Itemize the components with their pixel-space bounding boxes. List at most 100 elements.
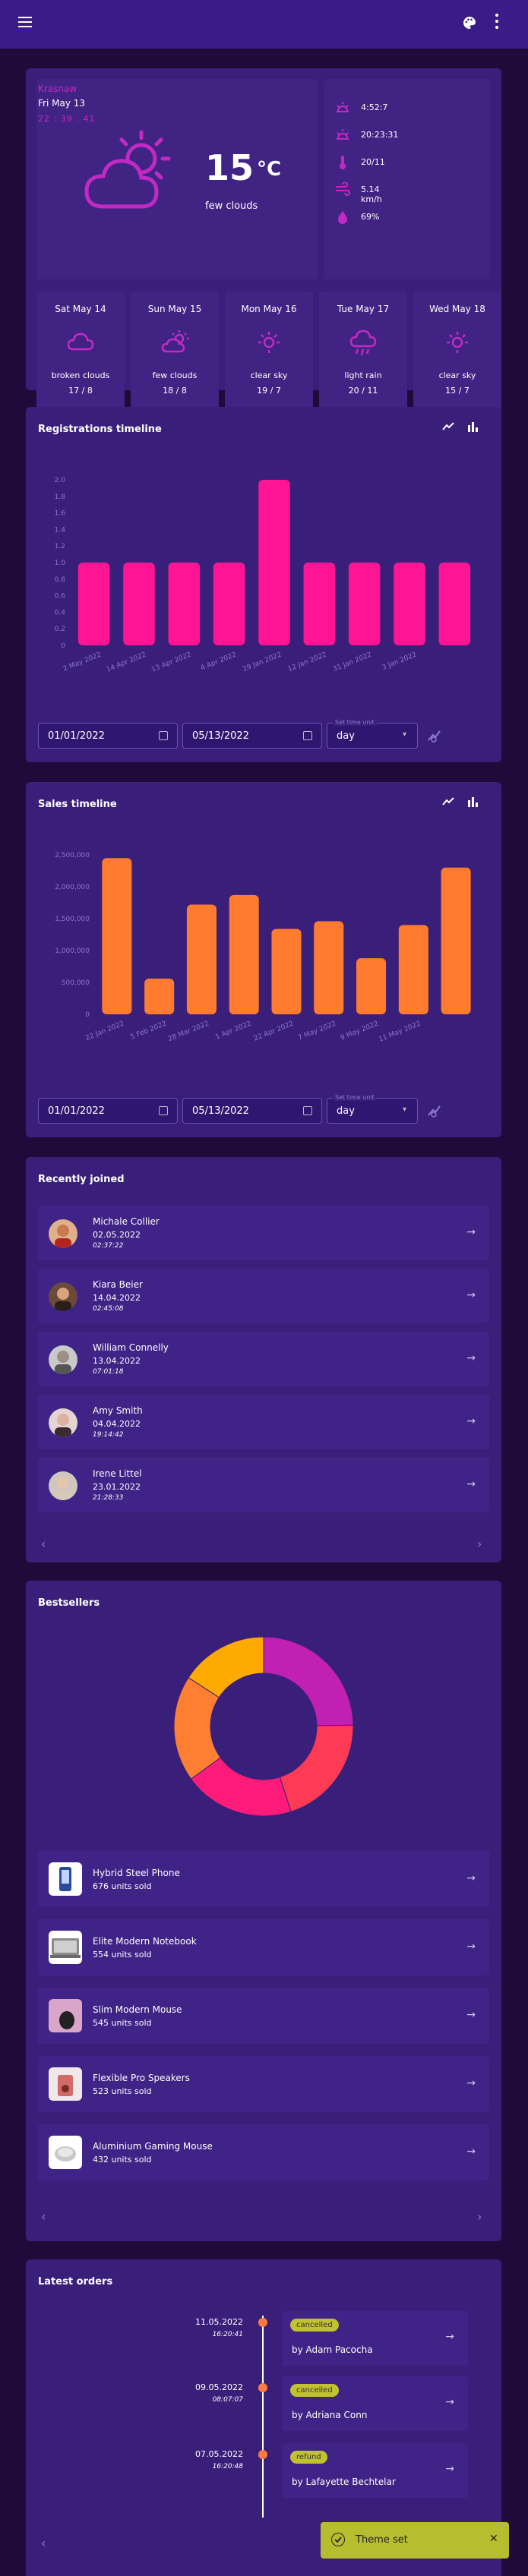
product-list-item[interactable]: Elite Modern Notebook 554 units sold → — [38, 1919, 489, 1975]
chart-bar — [77, 563, 110, 645]
product-thumbnail — [49, 1931, 82, 1964]
chart-bar — [213, 563, 245, 645]
arrow-right-icon[interactable]: → — [466, 1226, 476, 1238]
x-tick-label: 11 May 2022 — [378, 1020, 422, 1044]
recently-joined-card: Recently joined Michale Collier 02.05.20… — [26, 1157, 501, 1562]
date-from-input[interactable]: 01/01/2022 — [38, 723, 178, 749]
arrow-right-icon[interactable]: → — [466, 1478, 476, 1490]
order-date: 09.05.2022 — [195, 2382, 243, 2392]
calendar-icon[interactable] — [159, 1106, 168, 1115]
order-time: 16:20:48 — [212, 2463, 243, 2470]
avatar — [49, 1408, 77, 1437]
next-page-icon[interactable]: › — [477, 2209, 482, 2224]
pie-slice — [279, 1724, 354, 1812]
calendar-icon[interactable] — [159, 731, 168, 740]
timespan-label: Set time unit — [333, 1094, 377, 1101]
product-list-item[interactable]: Slim Modern Mouse 545 units sold → — [38, 1988, 489, 2044]
forecast-date: Wed May 18 — [429, 304, 485, 314]
arrow-right-icon[interactable]: → — [466, 1941, 476, 1953]
user-join-date: 02.05.2022 — [93, 1230, 141, 1240]
product-list-item[interactable]: Aluminium Gaming Mouse 432 units sold → — [38, 2124, 489, 2180]
date-from-input[interactable]: 01/01/2022 — [38, 1098, 178, 1124]
user-list-item[interactable]: Irene Littel 23.01.2022 21:28:33 → — [38, 1458, 489, 1512]
arrow-right-icon[interactable]: → — [445, 2331, 454, 2343]
timespan-value: day — [337, 1105, 355, 1117]
y-tick-label: 1.8 — [55, 493, 66, 501]
arrow-right-icon[interactable]: → — [466, 1289, 476, 1301]
chart-bar — [394, 563, 425, 645]
more-options-icon[interactable] — [494, 14, 500, 32]
y-tick-label: 1,500,000 — [55, 916, 90, 923]
product-name: Slim Modern Mouse — [93, 2004, 182, 2015]
date-to-input[interactable]: 05/13/2022 — [182, 723, 322, 749]
forecast-date: Tue May 17 — [337, 304, 390, 314]
arrow-right-icon[interactable]: → — [466, 1415, 476, 1427]
next-page-icon[interactable]: › — [477, 1537, 482, 1551]
sunrise-icon — [337, 102, 349, 112]
product-list-item[interactable]: Hybrid Steel Phone 676 units sold → — [38, 1851, 489, 1907]
user-name: Irene Littel — [93, 1468, 142, 1479]
user-join-time: 19:14:42 — [93, 1431, 124, 1439]
refresh-chart-icon[interactable] — [427, 1104, 442, 1118]
date-to-input[interactable]: 05/13/2022 — [182, 1098, 322, 1124]
product-list-item[interactable]: Flexible Pro Speakers 523 units sold → — [38, 2056, 489, 2112]
product-units: 432 units sold — [93, 2155, 152, 2165]
product-units: 676 units sold — [93, 1881, 152, 1891]
pie-slice — [263, 1636, 354, 1726]
order-customer: by Adriana Conn — [292, 2410, 368, 2420]
arrow-right-icon[interactable]: → — [466, 2009, 476, 2021]
x-tick-label: 28 Mar 2022 — [167, 1020, 210, 1044]
x-tick-label: 4 Apr 2022 — [200, 651, 238, 673]
sunrise-value: 4:52:7 — [361, 102, 388, 112]
cloud-icon — [67, 333, 94, 351]
user-list-item[interactable]: Amy Smith 04.04.2022 19:14:42 → — [38, 1395, 489, 1449]
arrow-right-icon[interactable]: → — [445, 2396, 454, 2408]
arrow-right-icon[interactable]: → — [445, 2463, 454, 2475]
order-card[interactable]: cancelled by Adriana Conn → — [283, 2376, 468, 2431]
palette-icon[interactable] — [462, 15, 477, 30]
user-join-time: 02:45:08 — [93, 1305, 124, 1313]
order-customer: by Adam Pacocha — [292, 2344, 373, 2355]
forecast-condition: few clouds — [152, 370, 198, 380]
temp-range-value: 20/11 — [361, 157, 385, 167]
user-join-date: 14.04.2022 — [93, 1293, 141, 1303]
calendar-icon[interactable] — [303, 1106, 312, 1115]
menu-icon[interactable] — [18, 17, 32, 27]
y-tick-label: 1.2 — [55, 543, 65, 550]
humidity-icon — [338, 211, 347, 224]
user-list-item[interactable]: Kiara Beier 14.04.2022 02:45:08 → — [38, 1269, 489, 1323]
chart-bar — [438, 563, 471, 645]
prev-page-icon[interactable]: ‹ — [41, 2209, 46, 2224]
date-from-value: 01/01/2022 — [48, 1105, 105, 1117]
user-list-item[interactable]: William Connelly 13.04.2022 07:01:18 → — [38, 1332, 489, 1386]
y-tick-label: 0 — [85, 1011, 90, 1019]
order-card[interactable]: cancelled by Adam Pacocha → — [283, 2311, 468, 2366]
arrow-right-icon[interactable]: → — [466, 1352, 476, 1364]
chart-bar — [229, 894, 259, 1014]
timeline-dot — [258, 2318, 267, 2327]
y-tick-label: 0.4 — [55, 609, 66, 616]
y-tick-label: 2,500,000 — [55, 852, 90, 859]
arrow-right-icon[interactable]: → — [466, 2077, 476, 2089]
user-join-time: 02:37:22 — [93, 1242, 124, 1250]
prev-page-icon[interactable]: ‹ — [41, 2536, 46, 2550]
timespan-select[interactable]: day ▾ — [327, 723, 418, 749]
forecast-date: Mon May 16 — [241, 304, 297, 314]
refresh-chart-icon[interactable] — [427, 729, 442, 743]
x-tick-label: 9 May 2022 — [340, 1020, 380, 1042]
user-name: Michale Collier — [93, 1216, 160, 1227]
user-list-item[interactable]: Michale Collier 02.05.2022 02:37:22 → — [38, 1206, 489, 1260]
close-icon[interactable]: ✕ — [489, 2533, 498, 2545]
calendar-icon[interactable] — [303, 731, 312, 740]
order-card[interactable]: refund by Lafayette Bechtelar → — [283, 2443, 468, 2498]
sunset-icon — [337, 129, 349, 140]
prev-page-icon[interactable]: ‹ — [41, 1537, 46, 1551]
avatar — [49, 1282, 77, 1311]
timespan-select[interactable]: day ▾ — [327, 1098, 418, 1124]
x-tick-label: 5 Feb 2022 — [129, 1020, 167, 1042]
forecast-date: Sun May 15 — [147, 304, 202, 314]
x-tick-label: 29 Jan 2022 — [242, 651, 283, 673]
product-units: 523 units sold — [93, 2086, 152, 2096]
arrow-right-icon[interactable]: → — [466, 1872, 476, 1884]
arrow-right-icon[interactable]: → — [466, 2146, 476, 2158]
